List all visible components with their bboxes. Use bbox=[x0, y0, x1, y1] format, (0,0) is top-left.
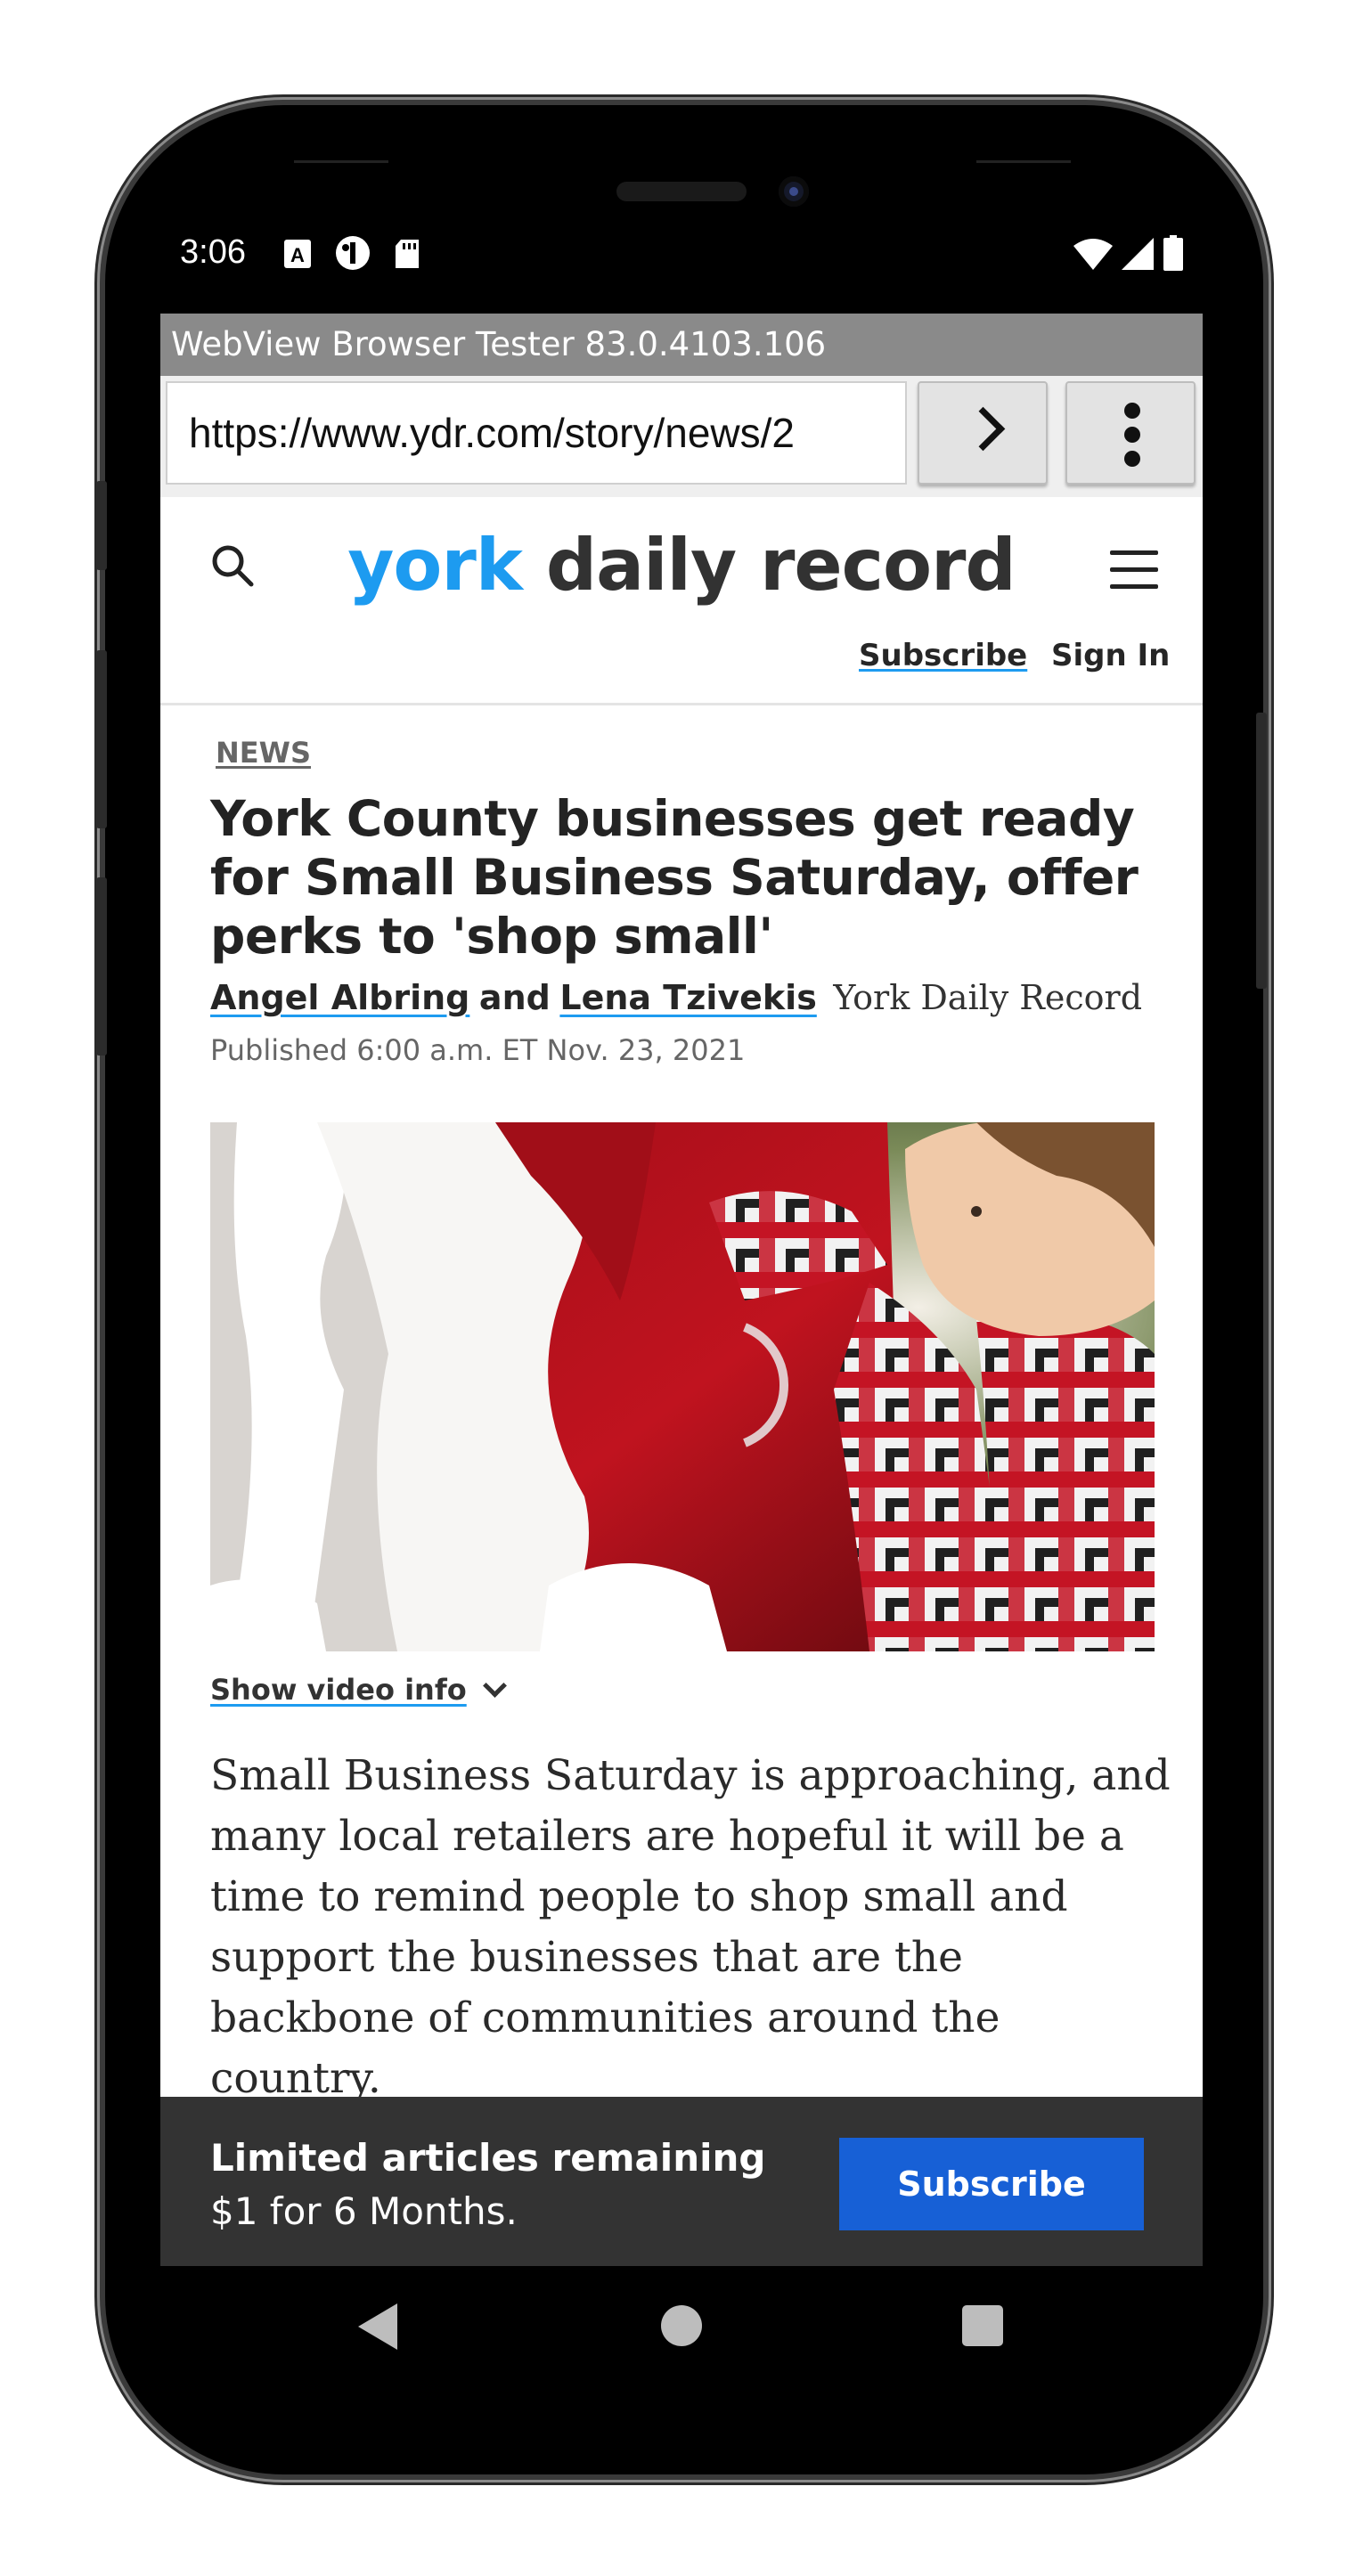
published-date: Published 6:00 a.m. ET Nov. 23, 2021 bbox=[210, 1033, 746, 1067]
author-link-2[interactable]: Lena Tzivekis bbox=[559, 978, 816, 1017]
battery-icon bbox=[1163, 235, 1183, 271]
url-input[interactable]: https://www.ydr.com/story/news/2 bbox=[166, 381, 907, 485]
paywall-offer: $1 for 6 Months. bbox=[210, 2189, 518, 2233]
home-circle-icon[interactable] bbox=[661, 2305, 702, 2346]
circle-app-icon bbox=[336, 236, 370, 270]
article-paragraph: Small Business Saturday is approaching, … bbox=[210, 1751, 1171, 2103]
section-label[interactable]: NEWS bbox=[216, 736, 311, 770]
recents-square-icon[interactable] bbox=[962, 2305, 1003, 2346]
site-logo[interactable]: york daily record bbox=[160, 524, 1203, 607]
status-time: 3:06 bbox=[180, 233, 246, 271]
logo-york: york bbox=[347, 524, 523, 607]
app-title-bar: WebView Browser Tester 83.0.4103.106 bbox=[160, 314, 1203, 376]
seam-left bbox=[294, 160, 388, 163]
volume-button-top bbox=[96, 481, 107, 570]
go-button[interactable] bbox=[918, 381, 1048, 485]
paywall-title: Limited articles remaining bbox=[210, 2136, 766, 2180]
author-link-1[interactable]: Angel Albring bbox=[210, 978, 469, 1017]
publication-name: York Daily Record bbox=[833, 978, 1143, 1017]
byline-and: and bbox=[478, 978, 551, 1017]
video-info-label: Show video info bbox=[210, 1673, 467, 1707]
signal-icon bbox=[1122, 238, 1154, 270]
font-a-icon: A bbox=[284, 240, 311, 268]
system-nav-bar bbox=[160, 2266, 1203, 2391]
power-button bbox=[1256, 713, 1267, 989]
sd-card-icon bbox=[396, 240, 419, 268]
sign-in-link[interactable]: Sign In bbox=[1051, 638, 1170, 673]
front-camera bbox=[779, 176, 809, 207]
paywall-banner: Limited articles remaining $1 for 6 Mont… bbox=[160, 2097, 1203, 2266]
seam-right bbox=[976, 160, 1071, 163]
volume-button-low bbox=[96, 877, 107, 1056]
chevron-right-icon bbox=[960, 406, 1006, 452]
screen: WebView Browser Tester 83.0.4103.106 htt… bbox=[160, 314, 1203, 2266]
subscribe-link[interactable]: Subscribe bbox=[859, 638, 1027, 673]
video-thumbnail bbox=[210, 1122, 1155, 1651]
svg-text:A: A bbox=[290, 244, 305, 266]
chevron-down-icon bbox=[482, 1674, 507, 1698]
url-toolbar: https://www.ydr.com/story/news/2 bbox=[160, 376, 1203, 497]
status-bar: 3:06 A bbox=[160, 226, 1203, 280]
article-headline: York County businesses get ready for Sma… bbox=[210, 790, 1139, 965]
back-triangle-icon[interactable] bbox=[358, 2303, 397, 2350]
volume-button-mid bbox=[96, 650, 107, 828]
show-video-info-toggle[interactable]: Show video info bbox=[210, 1673, 507, 1707]
site-header: york daily record Subscribe Sign In bbox=[160, 497, 1203, 705]
overflow-menu-button[interactable] bbox=[1065, 381, 1196, 485]
video-player[interactable] bbox=[210, 1122, 1155, 1651]
byline: Angel Albring and Lena Tzivekis York Dai… bbox=[210, 978, 1142, 1018]
paywall-subscribe-button[interactable]: Subscribe bbox=[839, 2138, 1144, 2230]
hamburger-menu-icon[interactable] bbox=[1110, 550, 1158, 590]
logo-daily-record: daily record bbox=[522, 524, 1016, 607]
wifi-icon bbox=[1073, 239, 1113, 270]
earpiece-speaker bbox=[616, 182, 747, 201]
